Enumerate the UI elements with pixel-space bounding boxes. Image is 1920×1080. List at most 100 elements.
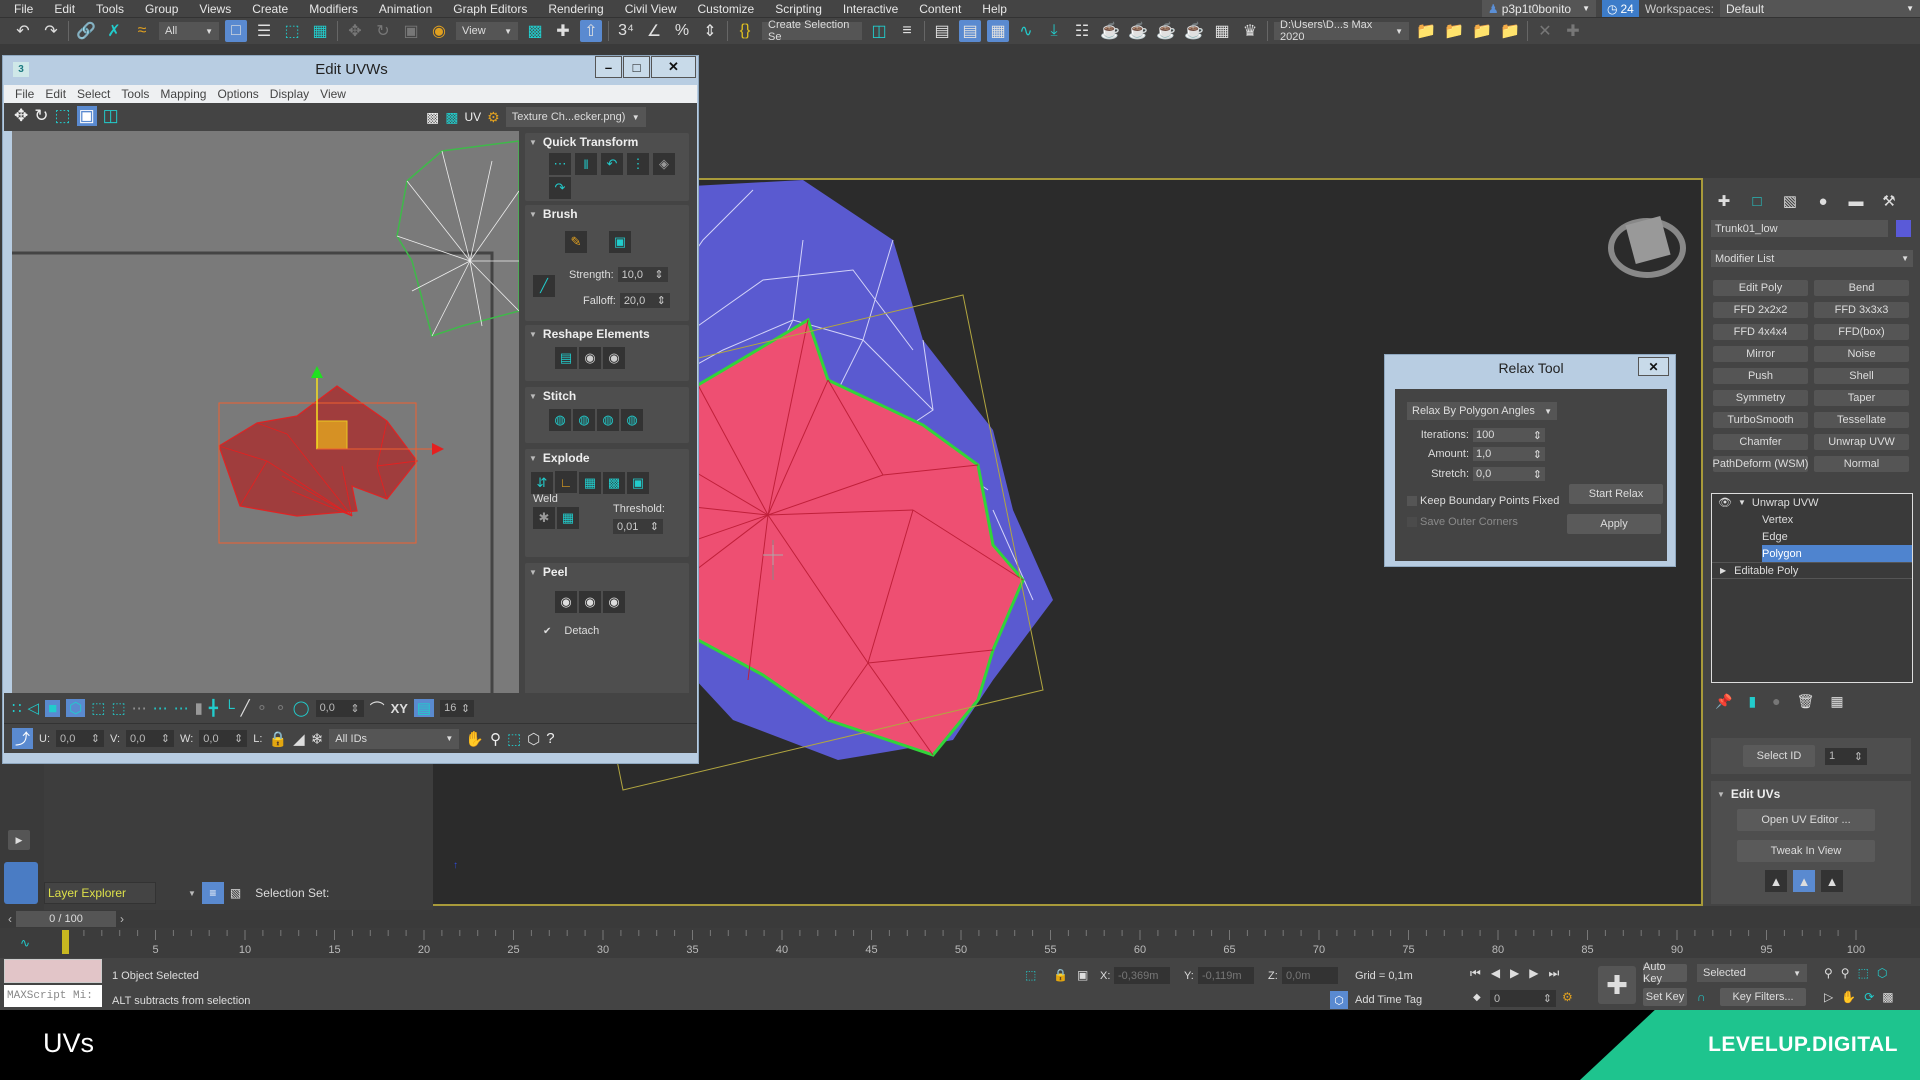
- menu-civil-view[interactable]: Civil View: [604, 2, 677, 16]
- menu-graph-editors[interactable]: Graph Editors: [432, 2, 527, 16]
- snaps-toggle-icon[interactable]: 3⁴: [615, 20, 637, 42]
- default-tangents-icon[interactable]: ∩: [1697, 990, 1706, 1004]
- flatten-custom-icon[interactable]: ▣: [627, 471, 649, 494]
- curve-editor-mini-icon[interactable]: ∿: [20, 936, 30, 950]
- menu-edit[interactable]: Edit: [33, 2, 75, 16]
- menu-animation[interactable]: Animation: [358, 2, 432, 16]
- remove-modifier-icon[interactable]: 🗑: [1797, 693, 1815, 710]
- pivot-center-icon[interactable]: ▩: [524, 20, 546, 42]
- orbit-icon[interactable]: ⟳: [1864, 990, 1874, 1004]
- folder-settings-icon[interactable]: 📁: [1499, 20, 1521, 42]
- window-crossing-icon[interactable]: ▦: [309, 20, 331, 42]
- edge-mode-icon[interactable]: ◁: [28, 699, 40, 717]
- undo-icon[interactable]: ↶: [12, 20, 34, 42]
- ring-grow-icon[interactable]: ╋: [209, 699, 218, 717]
- break-icon[interactable]: ⇵: [531, 471, 553, 494]
- render-iterative-icon[interactable]: ☕: [1183, 20, 1205, 42]
- rollout-header[interactable]: ▼ Reshape Elements: [525, 325, 689, 343]
- create-tab-icon[interactable]: ✚: [1711, 188, 1737, 214]
- strength-spinner[interactable]: 10,0 ⇕: [617, 267, 668, 282]
- set-key-big-button[interactable]: ✚: [1598, 966, 1636, 1004]
- render-production-icon[interactable]: ☕: [1155, 20, 1177, 42]
- menu-create[interactable]: Create: [231, 2, 288, 16]
- stitch-to-target-icon[interactable]: ◍: [573, 409, 595, 431]
- rotate-icon[interactable]: ↻: [372, 20, 394, 42]
- flatten-by-smoothing-icon[interactable]: ▩: [603, 471, 625, 494]
- snap-icon[interactable]: ?: [546, 730, 554, 747]
- stitch-custom-icon[interactable]: ◍: [549, 409, 571, 431]
- next-frame-icon[interactable]: ▶: [1529, 966, 1538, 981]
- brush-falloff-icon[interactable]: ╱: [533, 275, 555, 297]
- quick-peel-icon[interactable]: ◉: [555, 591, 577, 613]
- close-button[interactable]: ✕: [651, 56, 696, 78]
- toggle-ribbon-icon[interactable]: ▦: [987, 20, 1009, 42]
- menu-views[interactable]: Views: [178, 2, 231, 16]
- modify-tab-icon[interactable]: □: [1744, 188, 1770, 214]
- show-map-icon[interactable]: ▩: [426, 109, 439, 126]
- add-tool-icon[interactable]: ✚: [1562, 20, 1584, 42]
- lock-icon[interactable]: 🔒: [268, 730, 287, 748]
- show-end-result-icon[interactable]: ▮: [1748, 693, 1756, 710]
- flatten-by-polygon-icon[interactable]: ▦: [579, 471, 601, 494]
- modifier-taper-button[interactable]: Taper: [1814, 390, 1909, 406]
- modifier-noise-button[interactable]: Noise: [1814, 346, 1909, 362]
- polygon-mode-icon[interactable]: ■: [45, 699, 61, 717]
- paint-move-icon[interactable]: ✎: [565, 231, 587, 253]
- uv-move-icon[interactable]: ✥: [14, 106, 28, 126]
- placement-icon[interactable]: ◉: [428, 20, 450, 42]
- modifier-pathdeform-button[interactable]: PathDeform (WSM): [1713, 456, 1808, 472]
- menu-help[interactable]: Help: [961, 2, 1007, 16]
- expand-icon[interactable]: ▶: [1720, 566, 1726, 575]
- uv-scale-icon[interactable]: ⬚: [55, 106, 71, 126]
- uv-rotate-icon[interactable]: ↻: [34, 106, 48, 126]
- xy-space-button[interactable]: XY: [391, 701, 408, 716]
- time-slider-value[interactable]: 0 / 100: [16, 911, 116, 927]
- menu-group[interactable]: Group: [124, 2, 178, 16]
- add-time-tag-button[interactable]: Add Time Tag: [1355, 994, 1422, 1006]
- selection-lock-icon[interactable]: 🔒: [1053, 968, 1068, 982]
- checker-icon[interactable]: ▩: [445, 109, 458, 126]
- align-horizontal-icon[interactable]: ⋯: [549, 153, 571, 175]
- rollout-header[interactable]: ▼ Explode: [525, 449, 689, 467]
- uvw-menu-view[interactable]: View: [309, 87, 346, 101]
- flatten-by-angle-icon[interactable]: ∟: [555, 471, 577, 493]
- u-field[interactable]: 0,0 ⇕: [56, 730, 105, 747]
- hide-icon[interactable]: ◢: [293, 730, 305, 748]
- soft-select-spinner[interactable]: 0,0 ⇕: [315, 699, 364, 717]
- edit-named-selection-icon[interactable]: {}: [734, 20, 756, 42]
- stretch-spinner[interactable]: 0,0 ⇕: [1473, 467, 1545, 481]
- modifier-symmetry-button[interactable]: Symmetry: [1713, 390, 1808, 406]
- isolate-selection-icon[interactable]: ⬚: [1025, 968, 1036, 982]
- loop-grow-icon[interactable]: ⋯: [153, 699, 168, 717]
- menu-interactive[interactable]: Interactive: [822, 2, 898, 16]
- play-icon[interactable]: ▶: [1510, 966, 1519, 981]
- uvw-menu-display[interactable]: Display: [259, 87, 309, 101]
- freeze-icon[interactable]: ❄: [311, 730, 324, 748]
- x-coordinate-field[interactable]: -0,369m: [1114, 967, 1170, 984]
- key-mode-select[interactable]: Selected ▼: [1697, 964, 1807, 982]
- render-gallery-icon[interactable]: ▦: [1211, 20, 1233, 42]
- straighten-icon[interactable]: ▤: [555, 347, 577, 369]
- object-name-field[interactable]: Trunk01_low: [1711, 220, 1888, 237]
- maxscript-listener-output[interactable]: [4, 959, 102, 983]
- rollout-header[interactable]: ▼ Quick Transform: [525, 133, 689, 151]
- set-project-folder-icon[interactable]: 📁: [1415, 20, 1437, 42]
- open-folder-icon[interactable]: 📁: [1443, 20, 1465, 42]
- falloff-curve-icon[interactable]: ⌒: [370, 698, 385, 719]
- uvw-menu-options[interactable]: Options: [206, 87, 258, 101]
- motion-tab-icon[interactable]: ●: [1810, 188, 1836, 214]
- angle-snap-icon[interactable]: ∠: [643, 20, 665, 42]
- plugin-icon[interactable]: ✕: [1534, 20, 1556, 42]
- stack-item-editable-poly[interactable]: ▶ Editable Poly: [1712, 562, 1912, 579]
- uvw-menu-edit[interactable]: Edit: [34, 87, 66, 101]
- close-button[interactable]: ✕: [1638, 357, 1669, 376]
- menu-file[interactable]: File: [0, 2, 33, 16]
- keyboard-shortcut-override-icon[interactable]: ⇧: [580, 20, 602, 42]
- transform-gizmo-center[interactable]: [316, 420, 348, 450]
- eye-icon[interactable]: 👁: [1718, 496, 1732, 509]
- tweak-in-view-button[interactable]: Tweak In View: [1737, 840, 1875, 862]
- weld-selected-icon[interactable]: ▦: [557, 507, 579, 529]
- link-icon[interactable]: 🔗: [75, 20, 97, 42]
- relax-icon[interactable]: ◉: [579, 347, 601, 369]
- time-slider[interactable]: ‹ 0 / 100 ›: [0, 910, 1920, 928]
